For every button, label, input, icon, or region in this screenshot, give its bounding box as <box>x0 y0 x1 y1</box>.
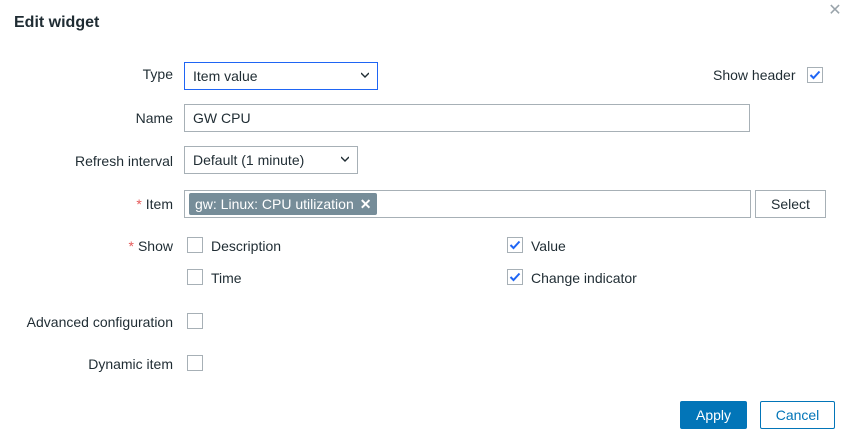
show-header-checkbox[interactable] <box>807 67 823 83</box>
show-description-label: Description <box>211 238 282 254</box>
type-select[interactable]: Item value <box>184 62 378 90</box>
show-change-indicator-label: Change indicator <box>531 270 637 286</box>
item-select-button[interactable]: Select <box>755 190 826 218</box>
apply-button[interactable]: Apply <box>680 401 747 429</box>
type-label: Type <box>142 66 173 82</box>
advanced-configuration-checkbox[interactable] <box>187 313 203 329</box>
checkmark-icon <box>809 70 821 80</box>
show-label: * Show <box>129 238 173 254</box>
refresh-interval-value: Default (1 minute) <box>193 152 305 168</box>
dynamic-item-checkbox[interactable] <box>187 355 203 371</box>
close-icon[interactable]: ✕ <box>827 3 843 19</box>
dialog-title: Edit widget <box>14 14 100 31</box>
show-value-label: Value <box>531 238 566 254</box>
checkmark-icon <box>509 272 521 282</box>
cancel-button[interactable]: Cancel <box>760 401 835 429</box>
chevron-down-icon <box>341 156 349 162</box>
refresh-interval-label: Refresh interval <box>74 153 173 169</box>
edit-widget-dialog: Edit widget ✕ Type Item value Show heade… <box>0 0 850 438</box>
show-label-text: Show <box>137 238 173 254</box>
refresh-interval-select[interactable]: Default (1 minute) <box>184 146 358 174</box>
show-value-checkbox[interactable] <box>507 237 523 253</box>
remove-icon[interactable]: ✕ <box>360 196 372 212</box>
name-input[interactable]: GW CPU <box>184 104 750 132</box>
type-select-value: Item value <box>193 68 258 84</box>
name-label: Name <box>135 110 173 126</box>
item-chip: gw: Linux: CPU utilization ✕ <box>189 193 378 215</box>
show-change-indicator-checkbox[interactable] <box>507 269 523 285</box>
show-time-label: Time <box>211 270 242 286</box>
show-description-checkbox[interactable] <box>187 237 203 253</box>
item-chip-label: gw: Linux: CPU utilization <box>195 196 354 212</box>
item-label: * Item <box>136 196 173 212</box>
checkmark-icon <box>509 240 521 250</box>
item-label-text: Item <box>145 196 173 212</box>
required-mark: * <box>136 196 142 212</box>
chevron-down-icon <box>361 72 369 78</box>
required-mark: * <box>128 238 134 254</box>
show-time-checkbox[interactable] <box>187 269 203 285</box>
advanced-configuration-label: Advanced configuration <box>26 314 173 330</box>
dynamic-item-label: Dynamic item <box>88 356 173 372</box>
show-header-label: Show header <box>713 67 796 83</box>
